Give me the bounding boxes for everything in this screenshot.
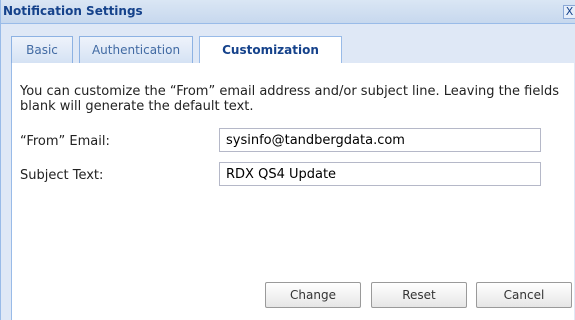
close-icon: X bbox=[565, 5, 574, 18]
tab-customization[interactable]: Customization bbox=[199, 36, 342, 64]
subject-text-input[interactable] bbox=[219, 162, 541, 186]
reset-button[interactable]: Reset bbox=[371, 282, 467, 308]
customization-description: You can customize the “From” email addre… bbox=[20, 84, 559, 114]
dialog-titlebar: Notification Settings X bbox=[1, 0, 575, 24]
subject-text-label: Subject Text: bbox=[20, 168, 104, 183]
close-button[interactable]: X bbox=[563, 5, 575, 19]
change-button[interactable]: Change bbox=[265, 282, 361, 308]
notification-settings-dialog: Notification Settings X Basic Authentica… bbox=[0, 0, 575, 320]
tab-authentication[interactable]: Authentication bbox=[79, 36, 193, 63]
tab-basic[interactable]: Basic bbox=[11, 36, 73, 63]
from-email-input[interactable] bbox=[219, 128, 541, 152]
cancel-button[interactable]: Cancel bbox=[476, 282, 572, 308]
dialog-title: Notification Settings bbox=[3, 4, 143, 18]
from-email-label: “From” Email: bbox=[20, 134, 110, 149]
tab-strip: Basic Authentication Customization bbox=[11, 36, 574, 64]
